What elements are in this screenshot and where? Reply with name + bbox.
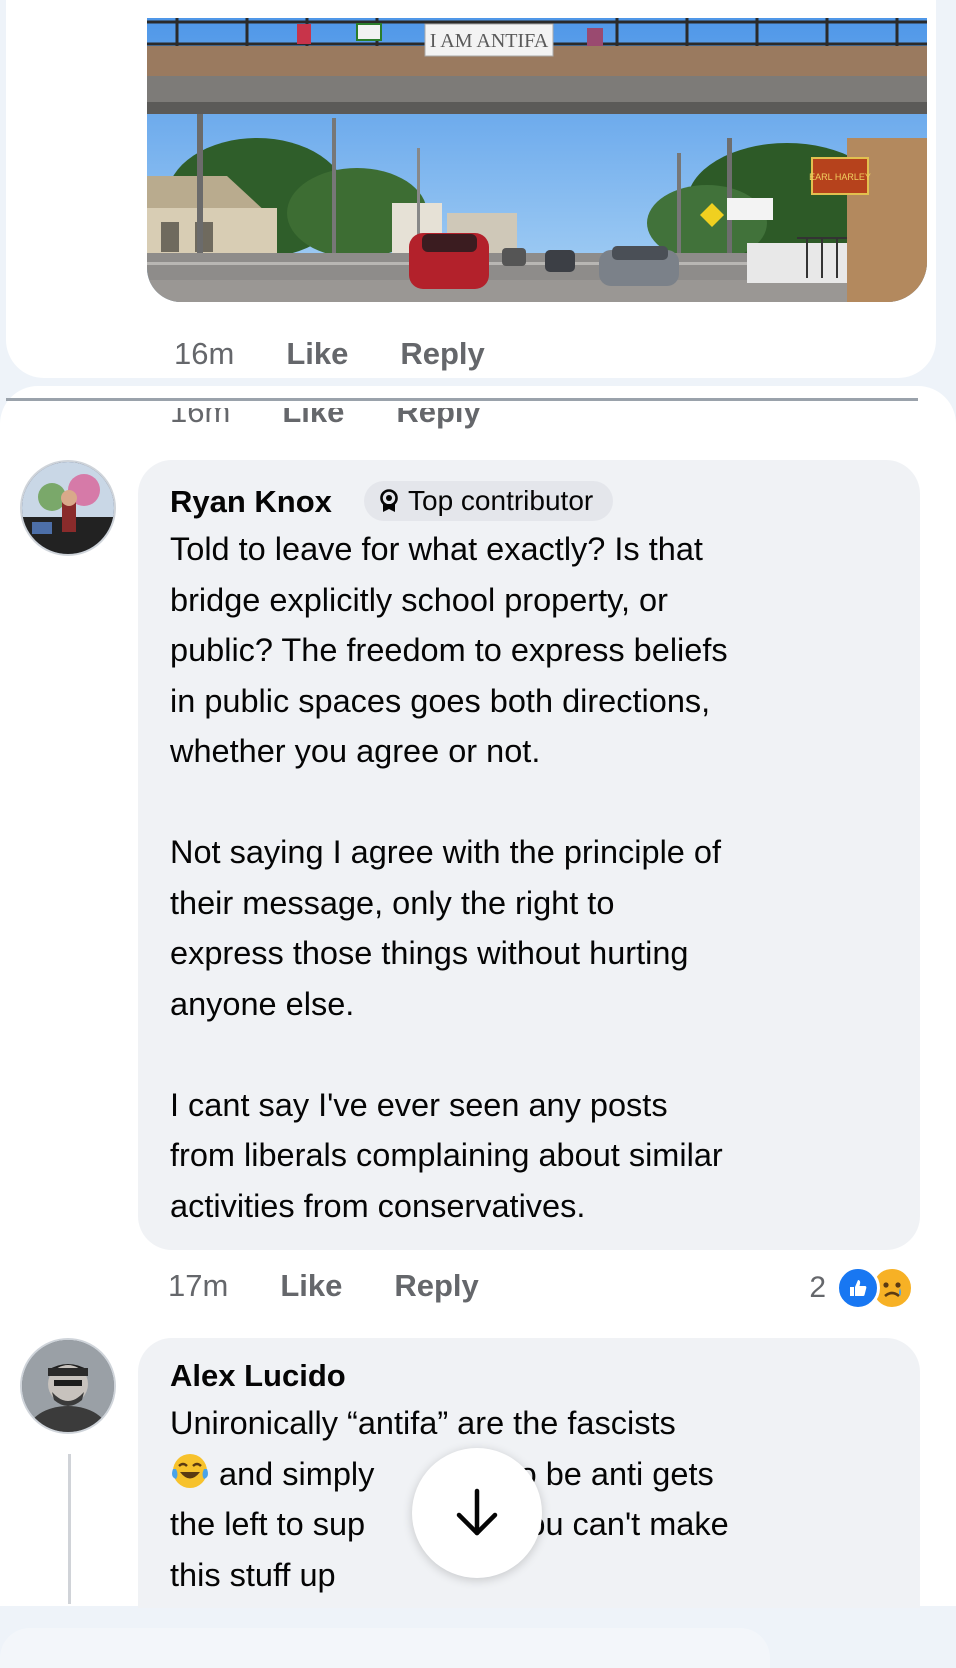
comment-time: 16m [174, 336, 235, 371]
screenshot-seam [6, 398, 918, 401]
reply-button[interactable]: Reply [400, 336, 484, 372]
comment-time: 17m [168, 1268, 229, 1303]
laughing-tears-emoji-icon [170, 1451, 210, 1491]
like-button[interactable]: Like [280, 1268, 342, 1304]
comment-line: and simply [210, 1455, 375, 1492]
comment-line: this stuff up [170, 1556, 336, 1593]
comment-author[interactable]: Alex Lucido [170, 1358, 346, 1394]
comment-bubble: Ryan Knox Top contributor Told to leave … [138, 460, 920, 1250]
award-icon [380, 489, 398, 512]
avatar[interactable] [20, 1338, 116, 1434]
like-icon [836, 1266, 880, 1310]
banner-text: I AM ANTIFA [430, 30, 549, 52]
next-card-edge [0, 1628, 770, 1668]
sign-text: EARL HARLEY [809, 172, 871, 182]
comment-photo[interactable]: I AM ANTIFA EARL HARLEY [147, 18, 927, 302]
previous-comment-card: I AM ANTIFA EARL HARLEY 16m Like Reply [6, 0, 936, 378]
comment-line: the left to sup [170, 1506, 366, 1542]
arrow-down-icon [456, 1488, 498, 1536]
top-contributor-badge[interactable]: Top contributor [364, 481, 614, 521]
scroll-down-button[interactable] [412, 1448, 542, 1578]
avatar[interactable] [20, 460, 116, 556]
badge-label: Top contributor [408, 485, 594, 516]
thread-line [68, 1454, 71, 1604]
comment-actions: 16m Like Reply [174, 336, 485, 372]
comment-actions: 17m Like Reply [168, 1268, 479, 1304]
reply-button[interactable]: Reply [394, 1268, 478, 1304]
comment-author[interactable]: Ryan Knox [170, 484, 332, 520]
comment-text: Told to leave for what exactly? Is that … [170, 531, 728, 1224]
reaction-summary[interactable]: 2 [809, 1266, 914, 1310]
reaction-count: 2 [809, 1271, 826, 1304]
like-button[interactable]: Like [286, 336, 348, 372]
comment-line: Unironically “antifa” are the fascists [170, 1405, 676, 1441]
